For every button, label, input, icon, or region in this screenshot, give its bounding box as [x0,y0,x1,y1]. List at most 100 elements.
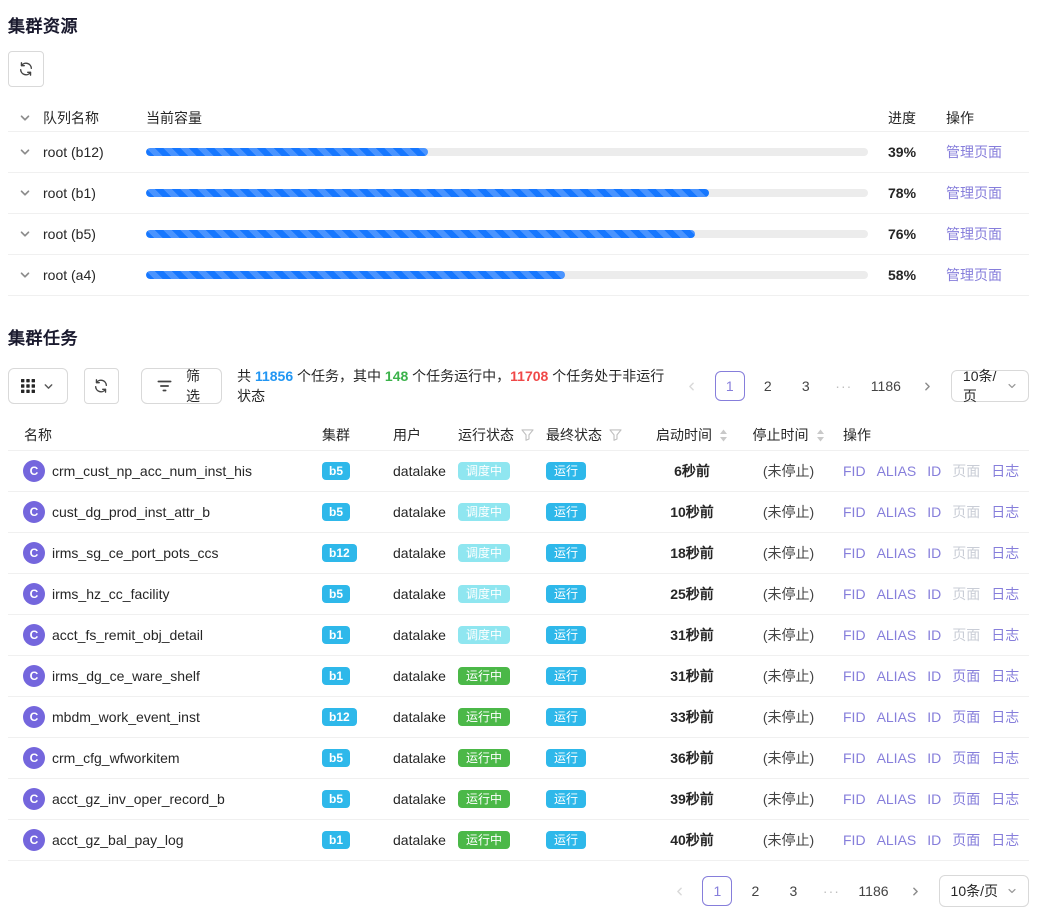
log-link[interactable]: 日志 [991,666,1019,686]
log-link[interactable]: 日志 [991,461,1019,481]
tasks-refresh-button[interactable] [84,368,119,404]
page-number-button[interactable]: 2 [740,876,770,906]
log-link[interactable]: 日志 [991,543,1019,563]
fid-link[interactable]: FID [843,586,866,602]
page-link[interactable]: 页面 [952,625,980,645]
log-link[interactable]: 日志 [991,502,1019,522]
view-switch-button[interactable] [8,368,68,404]
log-link[interactable]: 日志 [991,625,1019,645]
alias-link[interactable]: ALIAS [877,627,917,643]
fid-link[interactable]: FID [843,791,866,807]
id-link[interactable]: ID [927,709,941,725]
queue-name: root (a4) [43,267,96,283]
page-size-select[interactable]: 10条/页 [939,875,1029,907]
id-link[interactable]: ID [927,750,941,766]
capacity-progress-fill [146,230,695,238]
resources-refresh-button[interactable] [8,51,44,87]
alias-link[interactable]: ALIAS [877,586,917,602]
alias-link[interactable]: ALIAS [877,463,917,479]
page-link[interactable]: 页面 [952,584,980,604]
fid-link[interactable]: FID [843,627,866,643]
page-link[interactable]: 页面 [952,707,980,727]
avatar: C [23,583,45,605]
next-page-button[interactable] [913,371,943,401]
user-cell: datalake [393,668,458,684]
page-number-button[interactable]: ··· [816,876,846,906]
queue-name: root (b5) [43,226,96,242]
page-number-button[interactable]: 1 [702,876,732,906]
fid-link[interactable]: FID [843,832,866,848]
id-link[interactable]: ID [927,832,941,848]
prev-page-button[interactable] [677,371,707,401]
final-status-badge: 运行 [546,708,586,726]
log-link[interactable]: 日志 [991,789,1019,809]
chevron-down-icon[interactable] [19,269,31,281]
run-status-header: 运行状态 [458,425,514,445]
fid-link[interactable]: FID [843,709,866,725]
page-link[interactable]: 页面 [952,543,980,563]
log-link[interactable]: 日志 [991,748,1019,768]
table-row: C acct_gz_inv_oper_record_b b5 datalake … [8,779,1029,820]
manage-page-link[interactable]: 管理页面 [937,144,1002,160]
start-time: 25秒前 [643,584,741,604]
manage-page-link[interactable]: 管理页面 [937,267,1002,283]
alias-link[interactable]: ALIAS [877,504,917,520]
page-link[interactable]: 页面 [952,666,980,686]
alias-link[interactable]: ALIAS [877,709,917,725]
funnel-icon[interactable] [609,429,622,441]
run-status-badge: 运行中 [458,749,510,767]
page-number-button[interactable]: 1186 [867,371,905,401]
page-number-button[interactable]: ··· [829,371,859,401]
chevron-down-icon[interactable] [19,228,31,240]
id-link[interactable]: ID [927,791,941,807]
fid-link[interactable]: FID [843,545,866,561]
page-number-button[interactable]: 2 [753,371,783,401]
alias-link[interactable]: ALIAS [877,832,917,848]
prev-page-button[interactable] [664,876,694,906]
fid-link[interactable]: FID [843,504,866,520]
page-link[interactable]: 页面 [952,502,980,522]
fid-link[interactable]: FID [843,668,866,684]
id-link[interactable]: ID [927,586,941,602]
page-link[interactable]: 页面 [952,748,980,768]
id-link[interactable]: ID [927,545,941,561]
caret-up-down-icon[interactable] [719,429,728,442]
page-number-button[interactable]: 3 [791,371,821,401]
page-link[interactable]: 页面 [952,789,980,809]
user-cell: datalake [393,586,458,602]
log-link[interactable]: 日志 [991,584,1019,604]
manage-page-link[interactable]: 管理页面 [937,226,1002,242]
page-size-select[interactable]: 10条/页 [951,370,1029,402]
progress-percent: 39% [876,144,937,160]
collapse-all-chevron-down-icon[interactable] [19,112,31,124]
funnel-icon[interactable] [521,429,534,441]
page-number-button[interactable]: 1186 [854,876,892,906]
id-link[interactable]: ID [927,627,941,643]
page-number-button[interactable]: 3 [778,876,808,906]
alias-link[interactable]: ALIAS [877,750,917,766]
log-link[interactable]: 日志 [991,830,1019,850]
page-link[interactable]: 页面 [952,830,980,850]
alias-link[interactable]: ALIAS [877,545,917,561]
next-page-button[interactable] [901,876,931,906]
summary-text: 个任务运行中， [408,368,510,384]
chevron-down-icon[interactable] [19,146,31,158]
chevron-down-icon[interactable] [19,187,31,199]
id-link[interactable]: ID [927,668,941,684]
page-link[interactable]: 页面 [952,461,980,481]
filter-button[interactable]: 筛选 [141,368,222,404]
manage-page-link[interactable]: 管理页面 [937,185,1002,201]
progress-percent: 76% [876,226,937,242]
fid-link[interactable]: FID [843,750,866,766]
page-number-button[interactable]: 1 [715,371,745,401]
page-number-label: 1186 [858,883,888,899]
id-link[interactable]: ID [927,463,941,479]
table-row: C cust_dg_prod_inst_attr_b b5 datalake 调… [8,492,1029,533]
caret-up-down-icon[interactable] [816,429,825,442]
log-link[interactable]: 日志 [991,707,1019,727]
alias-link[interactable]: ALIAS [877,668,917,684]
alias-link[interactable]: ALIAS [877,791,917,807]
cluster-badge: b5 [322,749,350,767]
fid-link[interactable]: FID [843,463,866,479]
id-link[interactable]: ID [927,504,941,520]
